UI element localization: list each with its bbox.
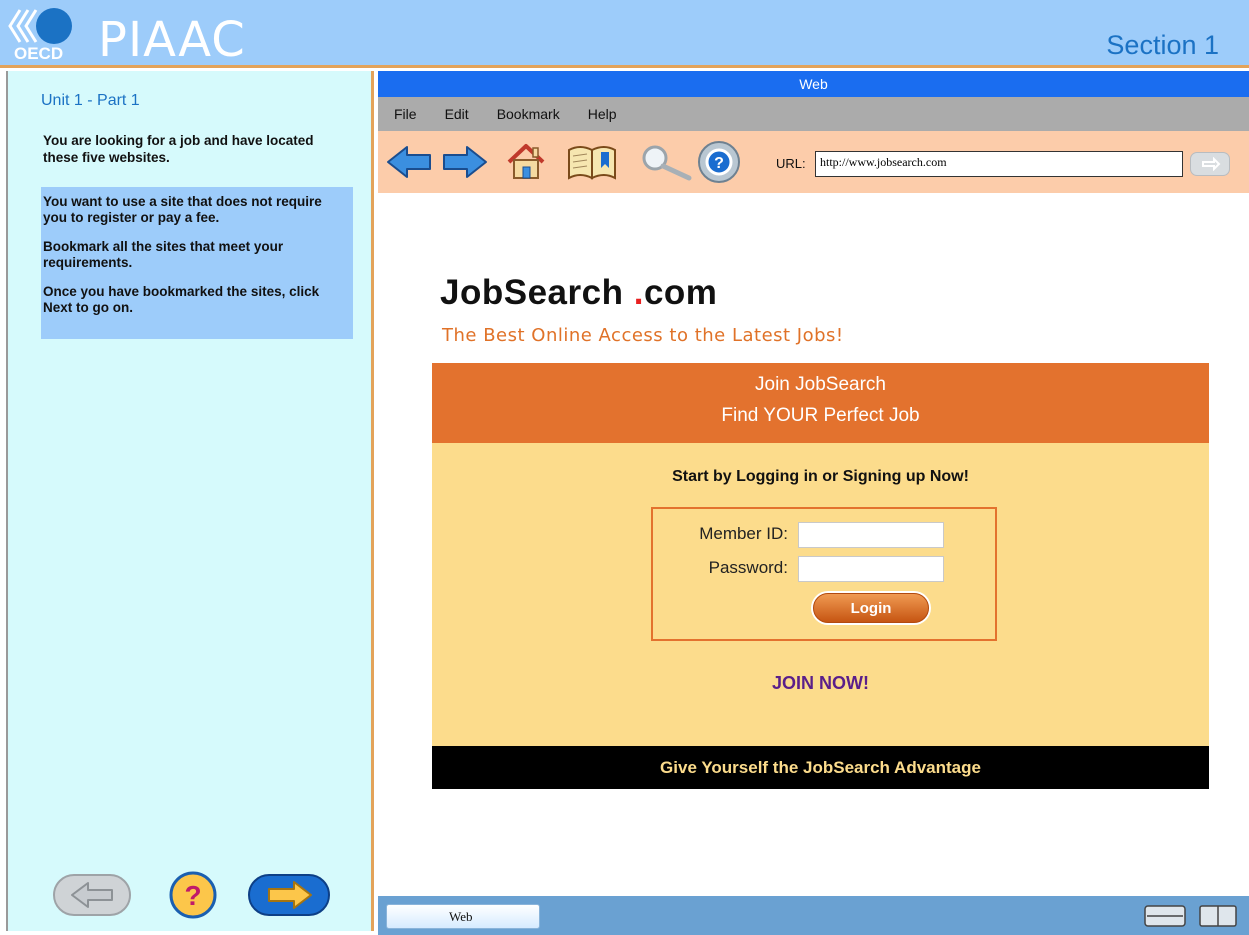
oecd-text: OECD xyxy=(14,44,64,63)
browser-toolbar: ? URL: http://www.jobsearch.com xyxy=(378,131,1249,193)
banner-line-1: Join JobSearch xyxy=(755,374,886,395)
help-button[interactable]: ? xyxy=(166,870,220,920)
member-id-label: Member ID: xyxy=(699,524,788,543)
login-button[interactable]: Login xyxy=(813,593,929,623)
web-window-tab[interactable]: Web xyxy=(386,904,540,929)
intro-text: You are looking for a job and have locat… xyxy=(43,133,314,165)
browser-menu-bar: File Edit Bookmark Help xyxy=(378,97,1249,131)
forward-arrow-icon xyxy=(443,146,487,178)
bookmarks-book-icon xyxy=(568,146,616,180)
browser-taskbar: Web xyxy=(378,896,1249,935)
site-name-dot: . xyxy=(633,273,644,312)
home-button[interactable] xyxy=(503,139,549,185)
join-banner: Join JobSearch Find YOUR Perfect Job xyxy=(432,363,1209,443)
url-input[interactable]: http://www.jobsearch.com xyxy=(815,151,1183,177)
menu-help[interactable]: Help xyxy=(588,106,617,122)
password-input[interactable] xyxy=(798,556,944,582)
browser-back-button[interactable] xyxy=(384,139,434,185)
site-name: JobSearch .com xyxy=(440,273,717,313)
vertical-split-view-button[interactable] xyxy=(1199,905,1237,927)
help-lifebuoy-button[interactable]: ? xyxy=(694,139,744,185)
svg-text:?: ? xyxy=(184,880,201,911)
bookmarks-button[interactable] xyxy=(564,139,620,185)
task-line: Bookmark all the sites that meet your re… xyxy=(43,239,284,270)
left-edge-strip xyxy=(0,71,8,931)
oecd-piaac-logo: OECD PIAAC xyxy=(6,4,256,68)
back-button[interactable] xyxy=(52,870,132,920)
start-prompt: Start by Logging in or Signing up Now! xyxy=(672,468,969,485)
menu-file[interactable]: File xyxy=(394,106,417,122)
menu-bookmark[interactable]: Bookmark xyxy=(497,106,560,122)
site-tagline: The Best Online Access to the Latest Job… xyxy=(442,325,844,346)
home-icon xyxy=(507,144,545,179)
instructions-panel: Unit 1 - Part 1 You are looking for a jo… xyxy=(8,71,374,931)
site-name-prefix: JobSearch xyxy=(440,273,624,312)
login-box: Member ID: Password: Login xyxy=(651,507,997,641)
site-name-suffix: com xyxy=(643,273,718,312)
horizontal-split-view-button[interactable] xyxy=(1144,905,1186,927)
arrow-right-icon xyxy=(248,874,330,916)
browser-forward-button[interactable] xyxy=(440,139,490,185)
search-magnifier-icon xyxy=(642,145,692,181)
task-line: Once you have bookmarked the sites, clic… xyxy=(43,284,320,315)
horizontal-split-icon xyxy=(1144,905,1186,927)
password-label: Password: xyxy=(708,558,788,577)
piaac-logo-text: PIAAC xyxy=(98,12,246,68)
next-button[interactable] xyxy=(247,870,331,920)
menu-edit[interactable]: Edit xyxy=(445,106,469,122)
section-title: Section 1 xyxy=(1106,30,1219,60)
help-lifebuoy-icon: ? xyxy=(698,141,740,183)
go-arrow-icon xyxy=(1202,157,1221,171)
unit-title: Unit 1 - Part 1 xyxy=(41,92,140,109)
app-header: OECD PIAAC Section 1 xyxy=(0,0,1249,68)
task-line: You want to use a site that does not req… xyxy=(43,194,322,225)
question-mark-icon: ? xyxy=(169,871,217,919)
advantage-footer-bar: Give Yourself the JobSearch Advantage xyxy=(432,746,1209,789)
arrow-left-icon xyxy=(53,874,131,916)
join-now-link[interactable]: JOIN NOW! xyxy=(432,673,1209,694)
url-label: URL: xyxy=(776,156,806,171)
browser-title-bar: Web xyxy=(378,71,1249,97)
go-button[interactable] xyxy=(1190,152,1230,176)
task-instructions: You want to use a site that does not req… xyxy=(41,187,353,339)
login-section: Start by Logging in or Signing up Now! M… xyxy=(432,443,1209,746)
member-id-input[interactable] xyxy=(798,522,944,548)
web-page-content: JobSearch .com The Best Online Access to… xyxy=(378,193,1249,896)
banner-line-2: Find YOUR Perfect Job xyxy=(721,405,920,426)
svg-text:?: ? xyxy=(714,155,724,172)
back-arrow-icon xyxy=(387,146,431,178)
search-button[interactable] xyxy=(636,139,696,185)
web-browser-window: Web File Edit Bookmark Help ? URL: http:… xyxy=(378,71,1249,935)
vertical-split-icon xyxy=(1199,905,1237,927)
